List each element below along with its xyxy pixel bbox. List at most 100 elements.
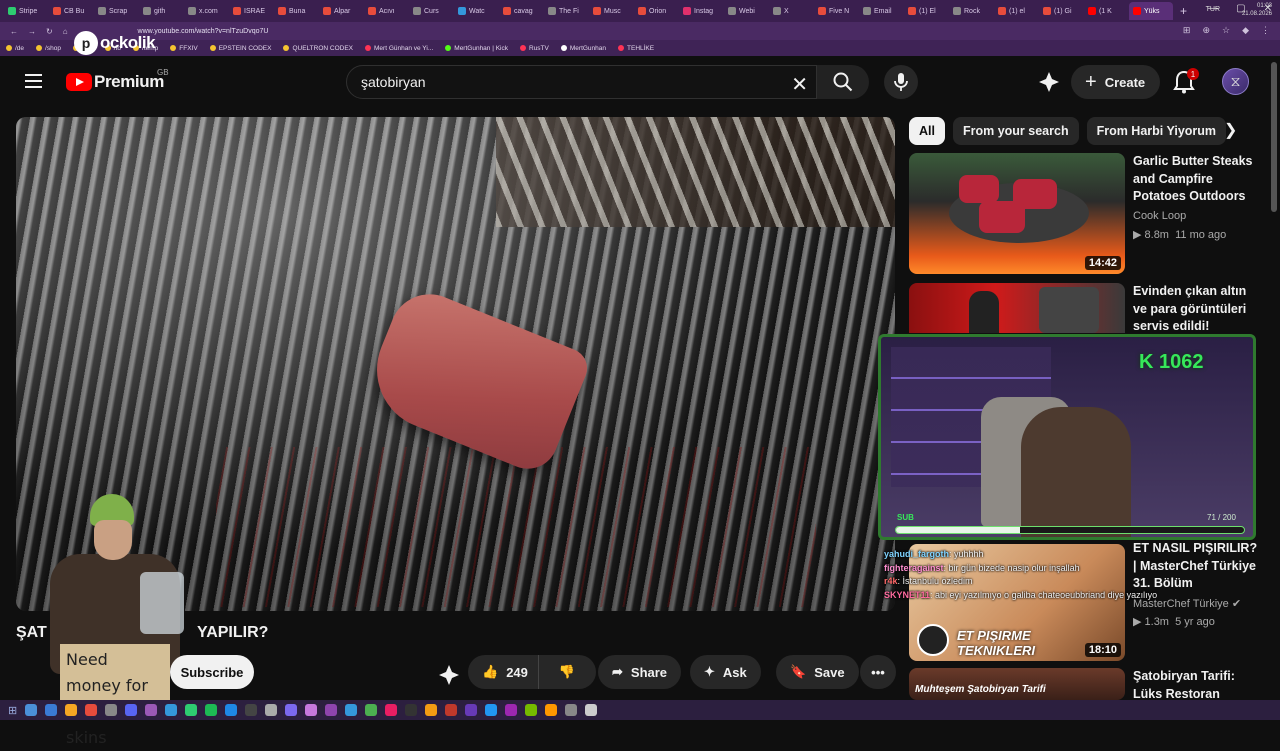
browser-tab[interactable]: ISRAE: [229, 2, 273, 20]
share-button[interactable]: ➦ Share: [598, 655, 682, 689]
taskbar-app-icon[interactable]: [325, 704, 338, 716]
rec-thumbnail[interactable]: 14:42: [909, 153, 1125, 274]
browser-tab[interactable]: Rock: [949, 2, 993, 20]
zoom-icon[interactable]: ⊕: [1202, 25, 1210, 36]
browser-tab[interactable]: (1) el: [994, 2, 1038, 20]
translate-icon[interactable]: ⊞: [1183, 25, 1191, 36]
taskbar-app-icon[interactable]: [25, 704, 38, 716]
taskbar-app-icon[interactable]: [405, 704, 418, 716]
taskbar-app-icon[interactable]: [45, 704, 58, 716]
taskbar-app-icon[interactable]: [525, 704, 538, 716]
taskbar-app-icon[interactable]: [245, 704, 258, 716]
browser-tab[interactable]: Musc: [589, 2, 633, 20]
taskbar-app-icon[interactable]: [105, 704, 118, 716]
browser-tab[interactable]: Orion: [634, 2, 678, 20]
rec-item-2[interactable]: Evinden çıkan altın ve para görüntüleri …: [909, 283, 1265, 351]
taskbar-app-icon[interactable]: [125, 704, 138, 716]
browser-tab[interactable]: Instag: [679, 2, 723, 20]
taskbar-app-icon[interactable]: [345, 704, 358, 716]
taskbar-app-icon[interactable]: [225, 704, 238, 716]
rec-title[interactable]: ET NASIL PIŞIRILIR? | MasterChef Türkiye…: [1133, 540, 1263, 593]
bookmark-item[interactable]: EPSTEIN CODEX: [209, 45, 271, 52]
like-button[interactable]: 👍 249: [468, 655, 539, 689]
rec-title[interactable]: Garlic Butter Steaks and Campfire Potato…: [1133, 153, 1263, 206]
page-scrollbar[interactable]: [1271, 62, 1277, 212]
browser-tab[interactable]: (1) El: [904, 2, 948, 20]
rec-thumbnail[interactable]: Muhteşem Şatobiryan Tarifi: [909, 668, 1125, 700]
browser-tab[interactable]: Webi: [724, 2, 768, 20]
taskbar-app-icon[interactable]: [165, 704, 178, 716]
clear-search-icon[interactable]: ✕: [791, 72, 808, 97]
menu-dots-icon[interactable]: ⋮: [1261, 25, 1270, 36]
taskbar-app-icon[interactable]: [585, 704, 598, 716]
filter-chip[interactable]: All: [909, 117, 945, 145]
back-icon[interactable]: ←: [10, 27, 18, 36]
account-avatar[interactable]: ⧖: [1222, 68, 1249, 95]
forward-icon[interactable]: →: [28, 27, 36, 36]
extension-icon[interactable]: ◆: [1242, 25, 1249, 36]
browser-tab[interactable]: The Fi: [544, 2, 588, 20]
filter-chip[interactable]: From Harbi Yiyorum: [1086, 117, 1227, 145]
browser-tab[interactable]: Curs: [409, 2, 453, 20]
taskbar-app-icon[interactable]: [385, 704, 398, 716]
browser-tab[interactable]: x.com: [184, 2, 228, 20]
browser-tab[interactable]: Yüks: [1129, 2, 1173, 20]
taskbar-app-icon[interactable]: [445, 704, 458, 716]
bookmark-star-icon[interactable]: ☆: [1222, 25, 1230, 36]
filter-chip[interactable]: From your search: [952, 117, 1079, 145]
taskbar-app-icon[interactable]: [485, 704, 498, 716]
taskbar-app-icon[interactable]: [545, 704, 558, 716]
new-tab-icon[interactable]: +: [1180, 4, 1187, 18]
search-button[interactable]: [817, 65, 869, 99]
taskbar-app-icon[interactable]: [285, 704, 298, 716]
rec-item-1[interactable]: 14:42 Garlic Butter Steaks and Campfire …: [909, 153, 1265, 274]
taskbar-app-icon[interactable]: [145, 704, 158, 716]
browser-tab[interactable]: Email: [859, 2, 903, 20]
browser-tab[interactable]: Acıvı: [364, 2, 408, 20]
taskbar-app-icon[interactable]: [565, 704, 578, 716]
ai-spark-icon[interactable]: [1038, 71, 1060, 98]
taskbar-app-icon[interactable]: [505, 704, 518, 716]
bookmark-item[interactable]: /de: [6, 45, 24, 52]
taskbar-app-icon[interactable]: [305, 704, 318, 716]
bookmark-item[interactable]: QUELTRON CODEX: [283, 45, 353, 52]
youtube-logo[interactable]: Premium GB: [66, 68, 169, 92]
taskbar-app-icon[interactable]: [425, 704, 438, 716]
search-input[interactable]: şatobiryan ✕: [346, 65, 817, 99]
taskbar-app-icon[interactable]: [465, 704, 478, 716]
browser-tab[interactable]: cavag: [499, 2, 543, 20]
browser-tab[interactable]: Five N: [814, 2, 858, 20]
create-button[interactable]: + Create: [1071, 65, 1160, 99]
reload-icon[interactable]: ↻: [46, 27, 53, 36]
bookmark-item[interactable]: FFXIV: [170, 45, 198, 52]
taskbar-app-icon[interactable]: [365, 704, 378, 716]
browser-tab[interactable]: Scrap: [94, 2, 138, 20]
voice-search-button[interactable]: [884, 65, 918, 99]
browser-tab[interactable]: Stripe: [4, 2, 48, 20]
save-button[interactable]: 🔖 Save: [776, 655, 859, 689]
bookmark-item[interactable]: TEHLİKE: [618, 45, 654, 52]
subscribe-button[interactable]: Subscribe: [170, 655, 254, 689]
ask-button[interactable]: ✦ Ask: [690, 655, 761, 689]
rec-item-4[interactable]: Muhteşem Şatobiryan Tarifi Şatobiryan Ta…: [909, 668, 1265, 718]
browser-tab[interactable]: (1 K: [1084, 2, 1128, 20]
taskbar-app-icon[interactable]: [205, 704, 218, 716]
taskbar-app-icon[interactable]: [265, 704, 278, 716]
windows-start-icon[interactable]: ⊞: [8, 704, 17, 717]
chevron-right-icon[interactable]: ❯: [1224, 120, 1237, 140]
home-icon[interactable]: ⌂: [63, 27, 68, 36]
browser-tab[interactable]: Alpar: [319, 2, 363, 20]
bookmark-item[interactable]: /shop: [36, 45, 61, 52]
input-language[interactable]: TUR: [1206, 6, 1220, 13]
hamburger-menu-icon[interactable]: [25, 74, 42, 88]
browser-tab[interactable]: (1) Gi: [1039, 2, 1083, 20]
rec-thumbnail[interactable]: [909, 283, 1125, 333]
ask-ai-spark-icon[interactable]: [438, 664, 460, 691]
bookmark-item[interactable]: RusTV: [520, 45, 549, 52]
taskbar-app-icon[interactable]: [65, 704, 78, 716]
taskbar-app-icon[interactable]: [185, 704, 198, 716]
browser-tab[interactable]: gith: [139, 2, 183, 20]
browser-tab[interactable]: X: [769, 2, 813, 20]
browser-tab[interactable]: Watc: [454, 2, 498, 20]
bookmark-item[interactable]: MertGunhan | Kick: [445, 45, 508, 52]
